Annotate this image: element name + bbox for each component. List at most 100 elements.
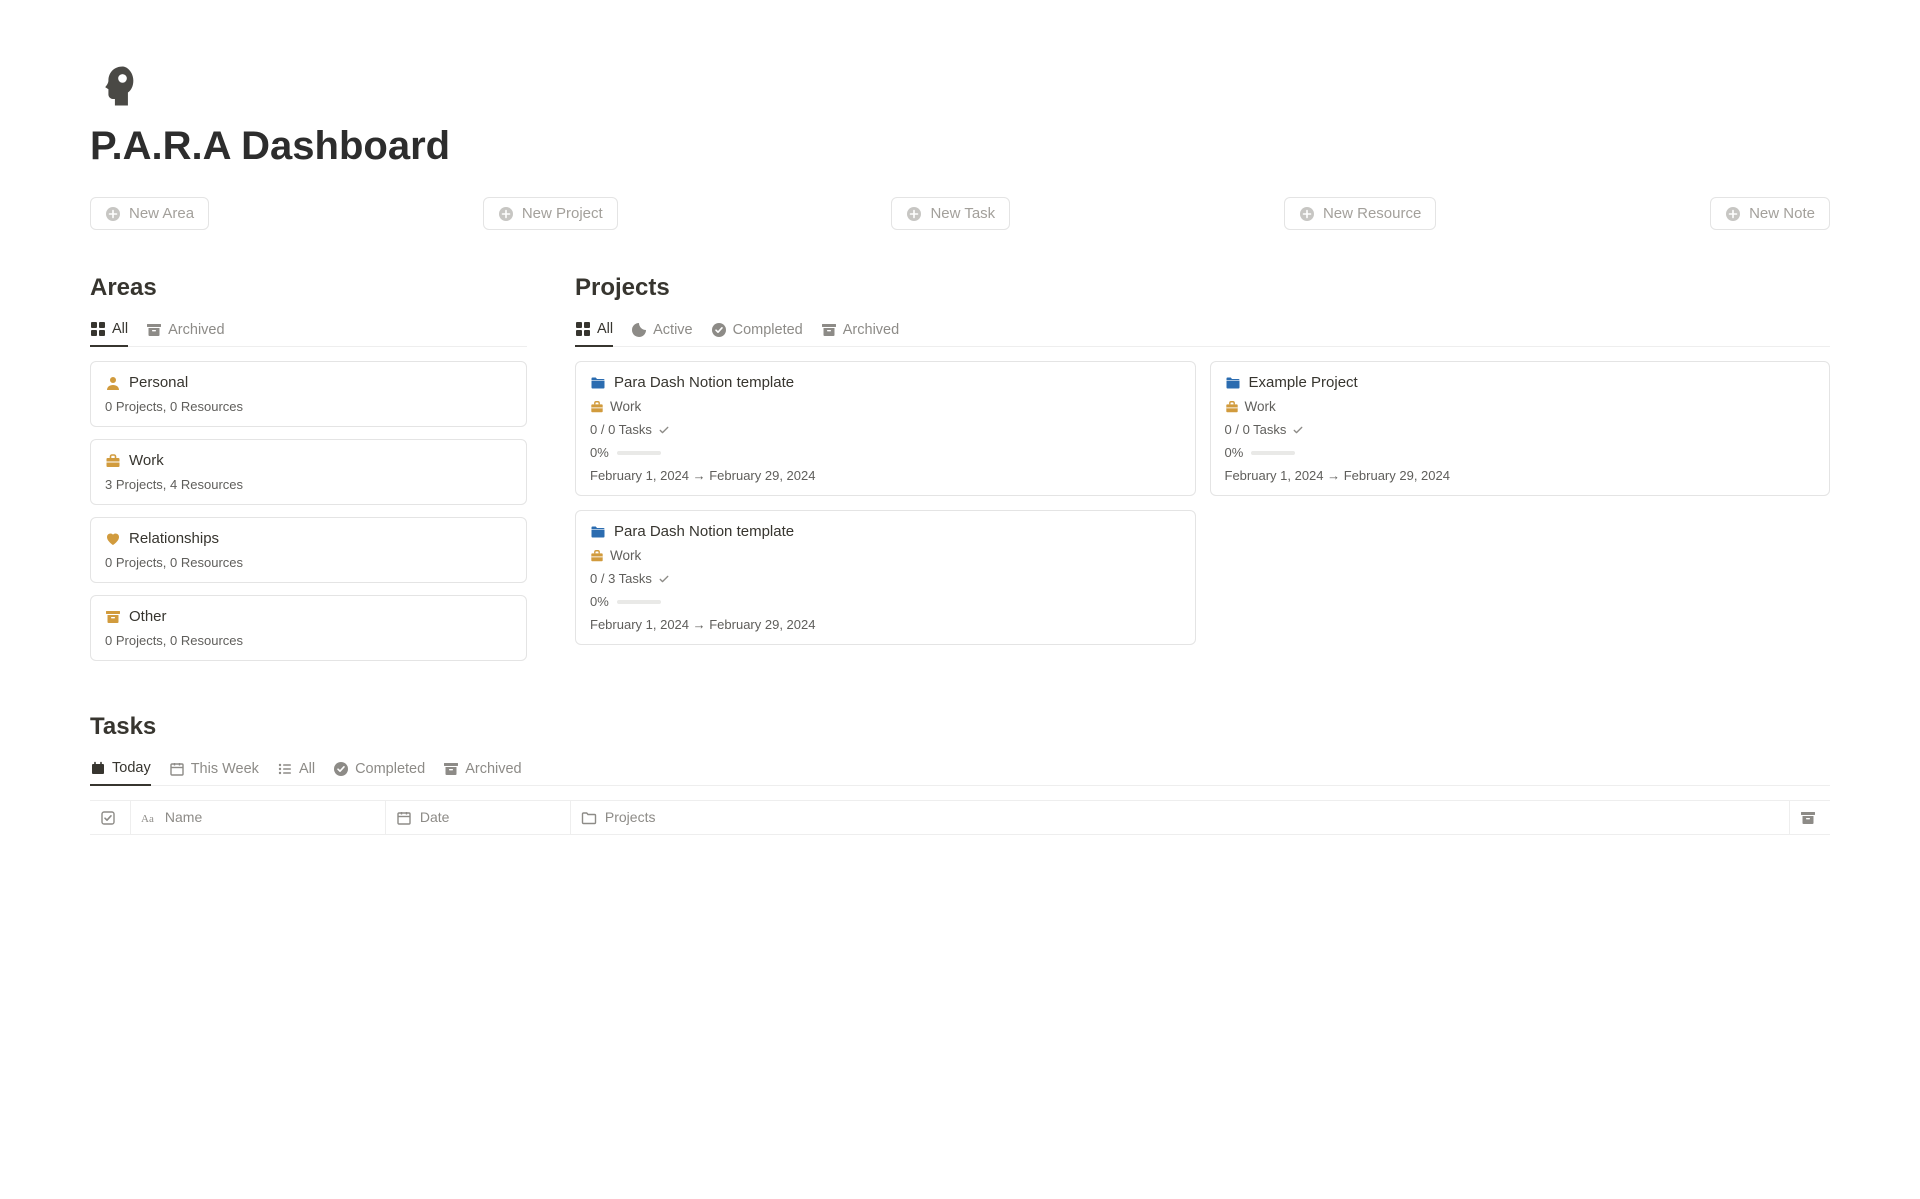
project-area: Work <box>1245 399 1276 414</box>
briefcase-icon <box>590 400 604 414</box>
project-area: Work <box>610 399 641 414</box>
project-title: Para Dash Notion template <box>614 374 794 391</box>
new-project-button[interactable]: New Project <box>483 197 618 230</box>
project-percent: 0% <box>590 445 609 460</box>
tab-all[interactable]: All <box>575 321 613 347</box>
project-area: Work <box>610 548 641 563</box>
project-card[interactable]: Example Project Work 0 / 0 Tasks 0% Febr… <box>1210 361 1831 496</box>
area-card-other[interactable]: Other 0 Projects, 0 Resources <box>90 595 527 661</box>
button-label: New Task <box>930 205 995 222</box>
check-circle-icon <box>711 322 727 338</box>
calendar-bag-icon <box>90 760 106 776</box>
area-card-relationships[interactable]: Relationships 0 Projects, 0 Resources <box>90 517 527 583</box>
tasks-heading: Tasks <box>90 713 1830 741</box>
col-checkbox[interactable] <box>90 801 131 835</box>
list-icon <box>277 761 293 777</box>
folder-icon <box>590 524 606 540</box>
moon-icon <box>631 322 647 338</box>
project-tasks: 0 / 3 Tasks <box>590 571 652 586</box>
area-title: Other <box>129 608 167 625</box>
area-card-personal[interactable]: Personal 0 Projects, 0 Resources <box>90 361 527 427</box>
archive-icon <box>146 322 162 338</box>
progress-bar <box>1251 451 1295 455</box>
tab-today[interactable]: Today <box>90 760 151 786</box>
col-date[interactable]: Date <box>386 801 571 835</box>
areas-tabs: All Archived <box>90 320 527 347</box>
col-name[interactable]: Name <box>131 801 386 835</box>
tab-label: Archived <box>465 761 521 777</box>
projects-heading: Projects <box>575 274 1830 302</box>
progress-bar <box>617 451 661 455</box>
col-projects[interactable]: Projects <box>571 801 1790 835</box>
new-resource-button[interactable]: New Resource <box>1284 197 1436 230</box>
tab-completed[interactable]: Completed <box>711 321 803 347</box>
area-title: Relationships <box>129 530 219 547</box>
check-circle-icon <box>333 761 349 777</box>
tab-label: Archived <box>168 322 224 338</box>
tab-label: Completed <box>733 322 803 338</box>
tab-label: Active <box>653 322 693 338</box>
progress-bar <box>617 600 661 604</box>
archive-icon <box>443 761 459 777</box>
project-date: February 1, 2024 → February 29, 2024 <box>1225 468 1816 483</box>
col-archive[interactable] <box>1790 801 1831 835</box>
project-percent: 0% <box>1225 445 1244 460</box>
archive-icon <box>105 609 121 625</box>
tab-label: Archived <box>843 322 899 338</box>
tab-all[interactable]: All <box>277 760 315 786</box>
gallery-icon <box>575 321 591 337</box>
briefcase-icon <box>105 453 121 469</box>
areas-heading: Areas <box>90 274 527 302</box>
plus-icon <box>105 206 121 222</box>
area-meta: 0 Projects, 0 Resources <box>105 633 512 648</box>
area-card-work[interactable]: Work 3 Projects, 4 Resources <box>90 439 527 505</box>
project-card[interactable]: Para Dash Notion template Work 0 / 0 Tas… <box>575 361 1196 496</box>
tab-label: This Week <box>191 761 259 777</box>
tab-archived[interactable]: Archived <box>146 321 224 347</box>
button-label: New Note <box>1749 205 1815 222</box>
new-task-button[interactable]: New Task <box>891 197 1010 230</box>
check-icon <box>658 573 670 585</box>
button-label: New Area <box>129 205 194 222</box>
page-icon <box>90 60 1830 112</box>
calendar-icon <box>396 810 412 826</box>
text-icon <box>141 810 157 826</box>
tab-archived[interactable]: Archived <box>443 760 521 786</box>
column-label: Date <box>420 809 450 825</box>
area-meta: 3 Projects, 4 Resources <box>105 477 512 492</box>
button-label: New Resource <box>1323 205 1421 222</box>
tab-completed[interactable]: Completed <box>333 760 425 786</box>
folder-icon <box>1225 375 1241 391</box>
column-label: Name <box>165 809 202 825</box>
tab-label: All <box>299 761 315 777</box>
project-card[interactable]: Para Dash Notion template Work 0 / 3 Tas… <box>575 510 1196 645</box>
project-date: February 1, 2024 → February 29, 2024 <box>590 468 1181 483</box>
new-buttons-row: New Area New Project New Task New Resour… <box>90 197 1830 230</box>
tab-archived[interactable]: Archived <box>821 321 899 347</box>
plus-icon <box>498 206 514 222</box>
tab-active[interactable]: Active <box>631 321 693 347</box>
heart-icon <box>105 531 121 547</box>
new-area-button[interactable]: New Area <box>90 197 209 230</box>
tab-label: Today <box>112 760 151 776</box>
plus-icon <box>1725 206 1741 222</box>
tab-label: All <box>112 321 128 337</box>
tab-label: All <box>597 321 613 337</box>
tab-all[interactable]: All <box>90 321 128 347</box>
folder-outline-icon <box>581 810 597 826</box>
plus-icon <box>1299 206 1315 222</box>
new-note-button[interactable]: New Note <box>1710 197 1830 230</box>
area-meta: 0 Projects, 0 Resources <box>105 555 512 570</box>
area-meta: 0 Projects, 0 Resources <box>105 399 512 414</box>
briefcase-icon <box>1225 400 1239 414</box>
area-title: Work <box>129 452 164 469</box>
tab-this-week[interactable]: This Week <box>169 760 259 786</box>
plus-icon <box>906 206 922 222</box>
button-label: New Project <box>522 205 603 222</box>
project-tasks: 0 / 0 Tasks <box>1225 422 1287 437</box>
tasks-table: Name Date Projects <box>90 800 1830 835</box>
person-icon <box>105 375 121 391</box>
projects-tabs: All Active Completed Archived <box>575 320 1830 347</box>
tab-label: Completed <box>355 761 425 777</box>
project-title: Example Project <box>1249 374 1358 391</box>
